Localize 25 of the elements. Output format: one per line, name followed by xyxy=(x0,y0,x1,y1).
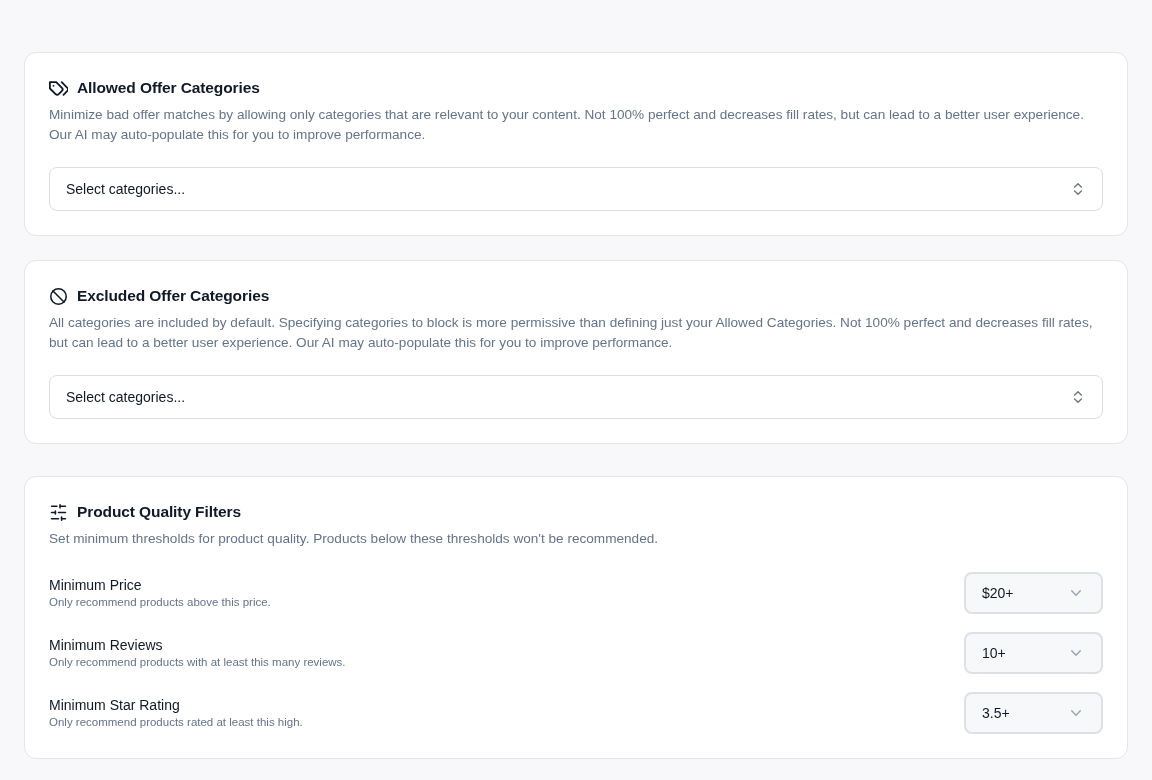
sliders-icon xyxy=(49,503,68,521)
section-title: Allowed Offer Categories xyxy=(77,78,260,98)
category-select[interactable]: Select categories... xyxy=(49,375,1103,419)
section-title: Product Quality Filters xyxy=(77,502,241,522)
filter-description: Only recommend products above this price. xyxy=(49,595,271,610)
filter-label: Minimum Price xyxy=(49,576,143,594)
chevron-down-icon xyxy=(1071,710,1081,716)
filter-label: Minimum Reviews xyxy=(49,636,164,654)
section-description: Set minimum thresholds for product quality. Products below these thresholds won't be recommended. xyxy=(49,530,660,548)
filter-description: Only recommend products with at least this many reviews. xyxy=(49,655,346,670)
threshold-dropdown[interactable]: 3.5+ xyxy=(964,692,1103,734)
threshold-dropdown[interactable]: 10+ xyxy=(964,632,1103,674)
category-select[interactable]: Select categories... xyxy=(49,167,1103,211)
chevrons-up-down-icon xyxy=(1074,183,1082,195)
chevrons-up-down-icon xyxy=(1074,391,1082,403)
tags-icon xyxy=(49,79,68,97)
ban-icon xyxy=(49,287,68,305)
chevron-down-icon xyxy=(1071,650,1081,656)
section-description: All categories are included by default. Specifying categories to block is more permissive than defining just your Allowed Categories. Not 100% perfect and decreases fill rates, but can lead to a better user experience. Our AI may auto-populate this for you to improve performance. xyxy=(49,314,1094,352)
chevron-down-icon xyxy=(1071,590,1081,596)
section-title: Excluded Offer Categories xyxy=(77,286,270,306)
filter-description: Only recommend products rated at least this high. xyxy=(49,715,303,730)
threshold-dropdown[interactable]: $20+ xyxy=(964,572,1103,614)
filter-label: Minimum Star Rating xyxy=(49,696,181,714)
section-description: Minimize bad offer matches by allowing only categories that are relevant to your content. Not 100% perfect and decreases fill rates, but can lead to a better user experience. Our AI may auto-populate this for you to improve performance. xyxy=(49,106,1085,144)
